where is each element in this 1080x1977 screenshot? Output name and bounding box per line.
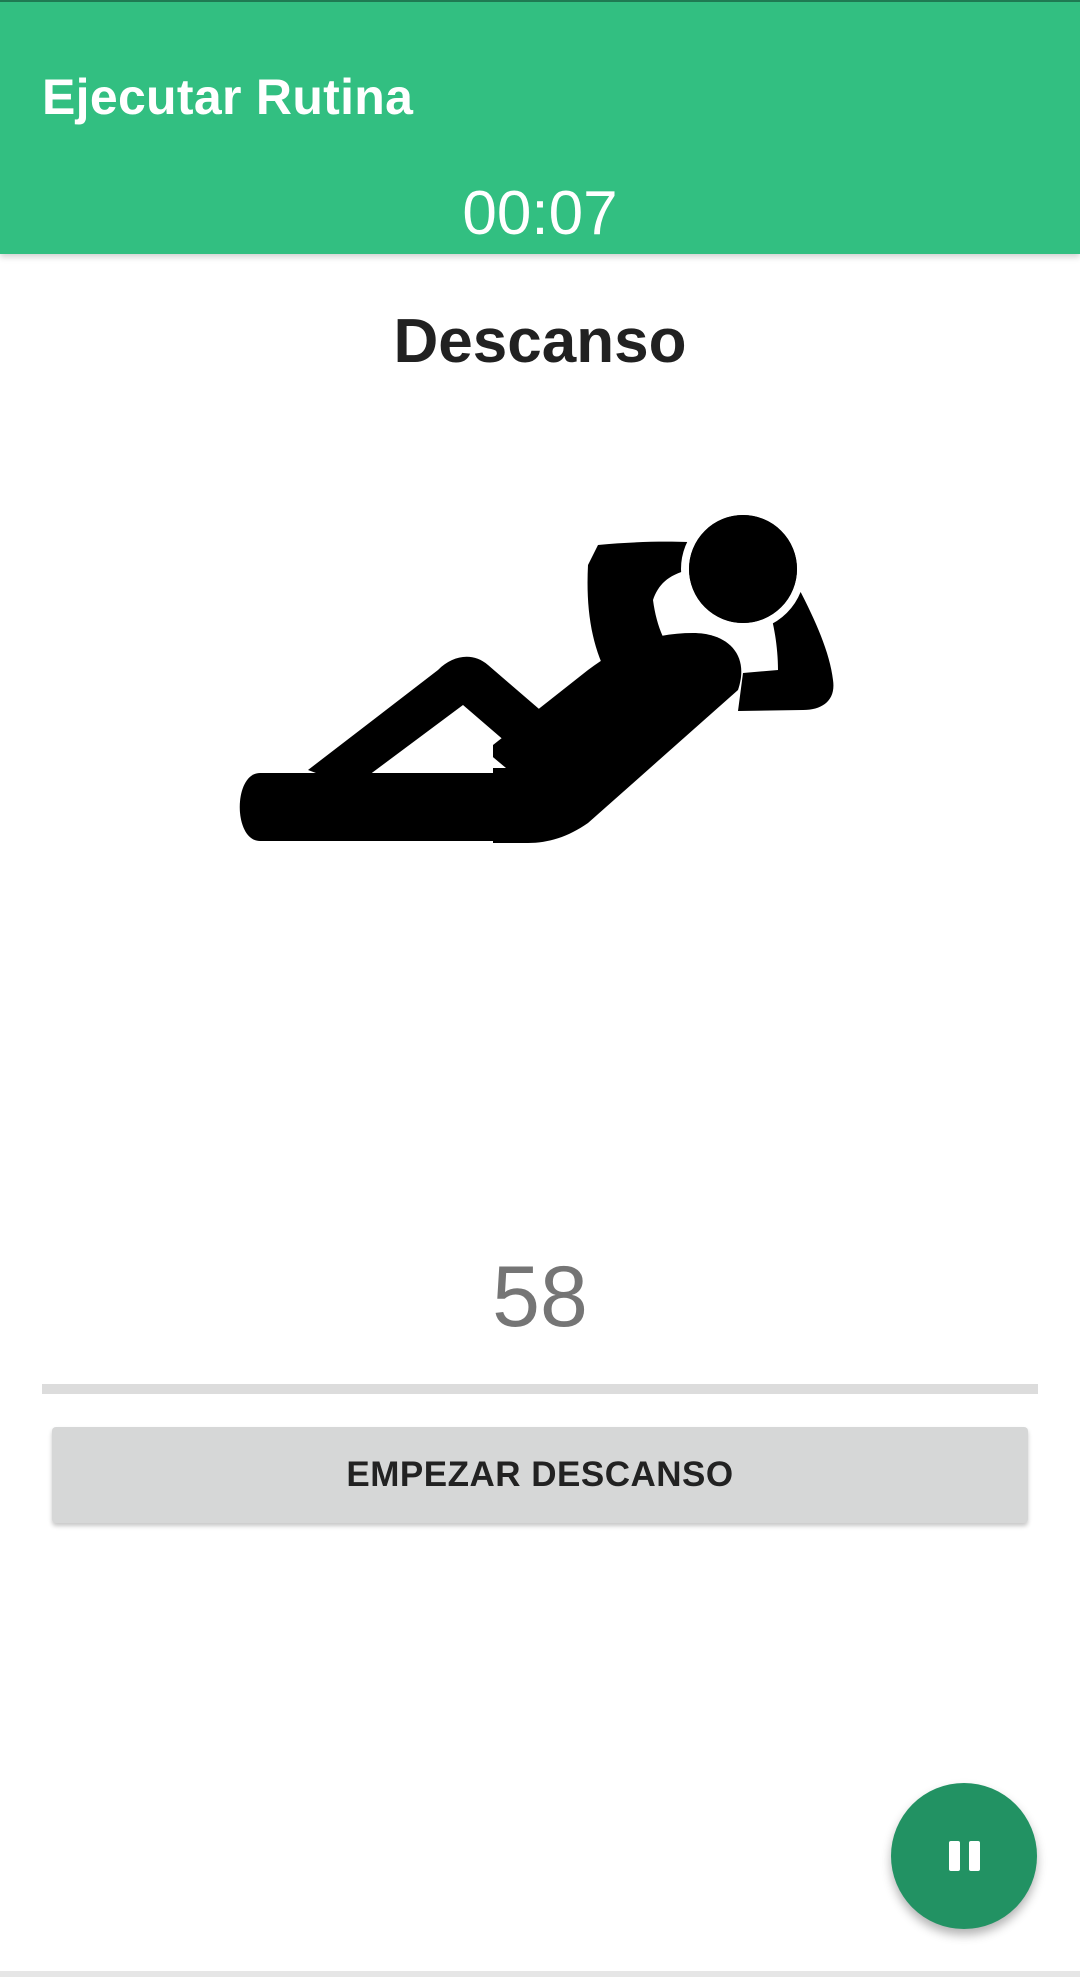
app-title: Ejecutar Rutina [42,69,414,125]
pause-icon [948,1841,980,1871]
rest-counter: 58 [492,1249,588,1345]
exercise-name: Descanso [393,307,687,376]
app-screen: Ejecutar Rutina 00:07 Descanso 58 EMPEZA… [0,0,1080,1977]
pause-button[interactable] [891,1783,1037,1929]
routine-timer: 00:07 [462,179,618,248]
crunch-figure-icon [239,507,834,843]
bottom-divider [0,1971,1080,1977]
start-rest-button[interactable]: EMPEZAR DESCANSO [52,1427,1028,1523]
rest-progress-bar [42,1384,1038,1394]
app-bar: Ejecutar Rutina 00:07 [0,0,1080,254]
